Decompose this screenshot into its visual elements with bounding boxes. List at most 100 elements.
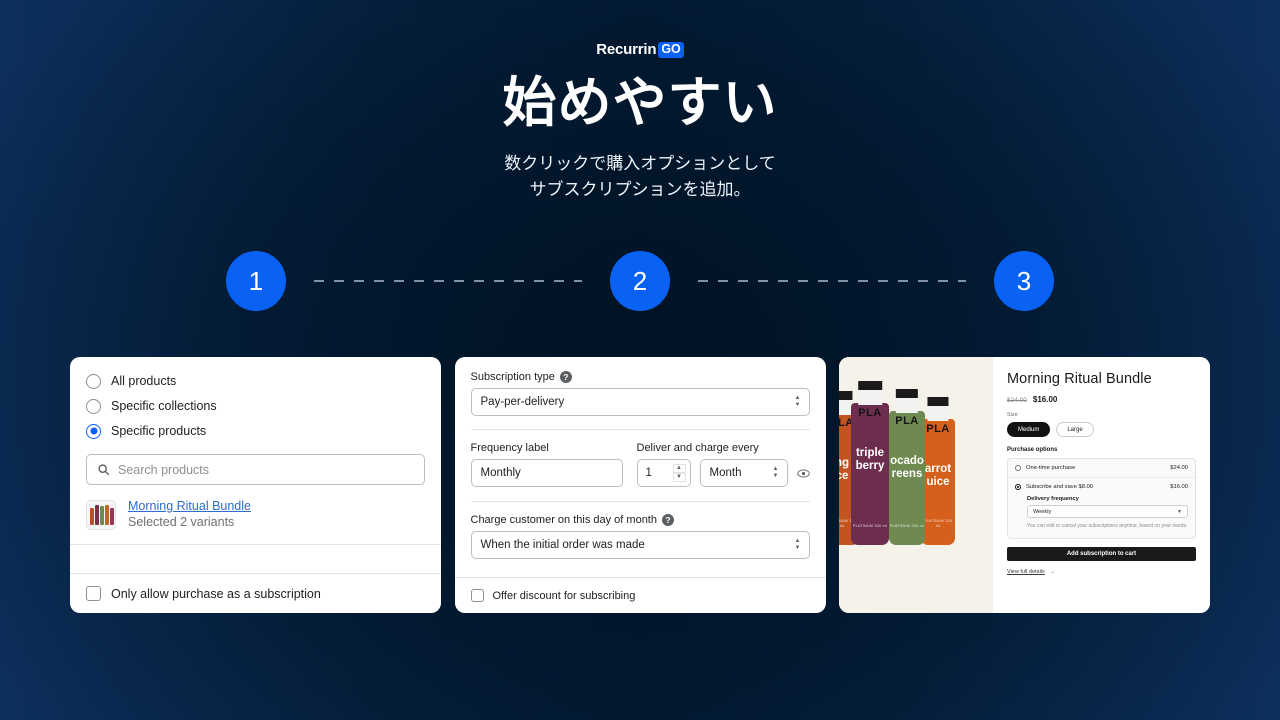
step-2-badge: 2 [610,251,670,311]
radio-label-specific-products: Specific products [111,424,207,438]
radio-icon-specific-products[interactable] [86,423,101,439]
chevron-updown-icon-interval-unit: ▲ ▼ [772,466,779,479]
product-variant-count: Selected 2 variants [128,515,235,529]
card-product-selection: All products Specific collections Specif… [70,357,441,613]
cards-row: All products Specific collections Specif… [70,357,1210,613]
bottle-brand-3: PLA [895,415,919,427]
help-icon-charge-day[interactable]: ? [661,514,674,526]
chevron-updown-icon-subscription-type: ▲ ▼ [794,395,801,408]
card1-body: All products Specific collections Specif… [70,357,441,485]
storefront-product-title: Morning Ritual Bundle [1007,371,1152,387]
view-full-details-link[interactable]: View full details → [1007,569,1196,575]
view-full-details-text: View full details [1007,569,1045,575]
radio-icon-all-products[interactable] [86,373,101,389]
checkbox-icon-offer-discount[interactable] [470,589,484,602]
option-label-one-time-purchase: One-time purchase [1026,465,1076,471]
bottle-tiny-3: PLATINUM 330 ml [889,524,925,528]
bottle-2: PLA triple berry PLATINUM 330 ml [851,381,889,545]
bottle-tiny-4: PLATINUM 330 ml [923,519,953,528]
card2-divider-2 [470,501,810,502]
bottle-3: PLA ocado reens PLATINUM 330 ml [889,389,925,545]
product-thumbnail [86,499,116,530]
page-title: 始めやすい [502,73,778,133]
delivery-frequency-label: Delivery frequency [1027,496,1079,502]
card2-frequency-row: Frequency label Monthly Deliver and char… [470,430,810,487]
chevron-down-icon-delivery-frequency: ▼ [1177,508,1182,515]
input-frequency-label[interactable]: Monthly [470,459,623,487]
preview-eye-icon[interactable] [796,467,810,480]
page-background: Recurrin GO 始めやすい 数クリックで購入オプションとして サブスクリプ… [0,0,1280,720]
step-connector-2 [698,280,966,282]
stepper-icon-interval-count[interactable]: ▲ ▼ [672,464,686,482]
product-detail-panel: Morning Ritual Bundle $24.00 $16.00 Size… [993,357,1210,613]
select-value-interval-unit: Month [709,467,742,479]
card2-charge-day-section: Charge customer on this day of month ? W… [455,487,826,559]
card-subscription-settings: Subscription type ? Pay-per-delivery ▲ ▼ … [454,357,826,613]
checkbox-subscription-only-row[interactable]: Only allow purchase as a subscription [70,573,441,613]
option-label-subscribe-save: Subscribe and save $8.00 [1026,484,1094,490]
select-charge-day[interactable]: When the initial order was made ▲ ▼ [470,531,810,559]
bottle-flavor-2: triple berry [855,447,885,472]
product-text-block: Morning Ritual Bundle Selected 2 variant… [128,498,251,531]
radio-specific-collections[interactable]: Specific collections [86,394,425,418]
label-text-charge-day: Charge customer on this day of month [470,514,657,526]
select-subscription-type[interactable]: Pay-per-delivery ▲ ▼ [470,388,810,416]
price-current: $16.00 [1032,395,1058,404]
select-value-subscription-type: Pay-per-delivery [480,396,565,408]
bottle-cap-2 [858,381,882,405]
size-label: Size [1007,412,1018,418]
brand-badge: GO [658,41,684,58]
select-interval-unit[interactable]: Month ▲ ▼ [699,459,788,487]
subtitle-line-1: 数クリックで購入オプションとして [504,154,776,173]
checkbox-icon-subscription-only[interactable] [86,586,101,601]
chevron-updown-icon-charge-day: ▲ ▼ [794,538,801,551]
option-one-time-purchase[interactable]: One-time purchase $24.00 [1008,459,1195,477]
checkbox-label-offer-discount: Offer discount for subscribing [492,589,636,602]
step-1-badge: 1 [226,251,286,311]
product-link[interactable]: Morning Ritual Bundle [128,498,251,514]
input-value-interval-count: 1 [645,467,652,479]
input-interval-count[interactable]: 1 ▲ ▼ [636,459,691,487]
search-input[interactable]: Search products [86,454,425,485]
help-icon-subscription-type[interactable]: ? [559,371,572,383]
radio-specific-products[interactable]: Specific products [86,419,425,443]
radio-all-products[interactable]: All products [86,369,425,393]
brand-name: Recurrin [596,41,657,58]
label-text-subscription-type: Subscription type [470,371,555,383]
page-subtitle: 数クリックで購入オプションとして サブスクリプションを追加。 [0,151,1280,203]
select-delivery-frequency[interactable]: Weekly ▼ [1027,505,1188,518]
radio-icon-specific-collections[interactable] [86,398,101,414]
add-subscription-to-cart-button[interactable]: Add subscription to cart [1007,547,1196,561]
arrow-right-icon: → [1049,569,1056,575]
step-3-badge: 3 [994,251,1054,311]
radio-label-specific-collections: Specific collections [111,399,217,413]
bottle-brand-2: PLA [858,407,882,419]
field-frequency-label: Frequency label Monthly [470,442,623,487]
field-deliver-charge-every: Deliver and charge every 1 ▲ ▼ Month ▲ ▼ [636,442,810,487]
bottle-tiny-2: PLATINUM 330 ml [852,524,888,528]
option-subscribe-save[interactable]: Subscribe and save $8.00 $16.00 [1008,477,1195,496]
checkbox-label-subscription-only: Only allow purchase as a subscription [111,586,321,601]
label-frequency-label: Frequency label [470,442,549,454]
subtitle-line-2: サブスクリプションを追加。 [529,180,751,199]
size-option-medium[interactable]: Medium [1007,422,1051,437]
bottle-cap-3 [895,389,919,413]
selected-product-row[interactable]: Morning Ritual Bundle Selected 2 variant… [70,485,441,544]
label-deliver-charge-every: Deliver and charge every [636,442,759,454]
radio-icon-one-time-purchase[interactable] [1015,465,1021,471]
search-icon [98,464,110,476]
bottle-cap-4 [927,397,949,421]
card1-divider [70,544,441,545]
purchase-options-group: One-time purchase $24.00 Subscribe and s… [1007,458,1196,539]
size-option-large[interactable]: Large [1056,422,1094,437]
subscription-note: You can edit or cancel your subscription… [1027,523,1188,529]
bottle-flavor-3: ocado reens [890,455,924,480]
search-placeholder: Search products [118,462,210,477]
select-value-delivery-frequency: Weekly [1033,508,1052,515]
product-image: PLA ng ce PLATINUM 330 ml PLA triple ber… [839,357,993,613]
radio-icon-subscribe-save[interactable] [1015,484,1021,490]
select-value-charge-day: When the initial order was made [480,539,645,551]
checkbox-offer-discount-row[interactable]: Offer discount for subscribing [454,577,826,613]
deliver-charge-controls: 1 ▲ ▼ Month ▲ ▼ [636,459,810,487]
brand-logo: Recurrin GO [0,41,1280,58]
